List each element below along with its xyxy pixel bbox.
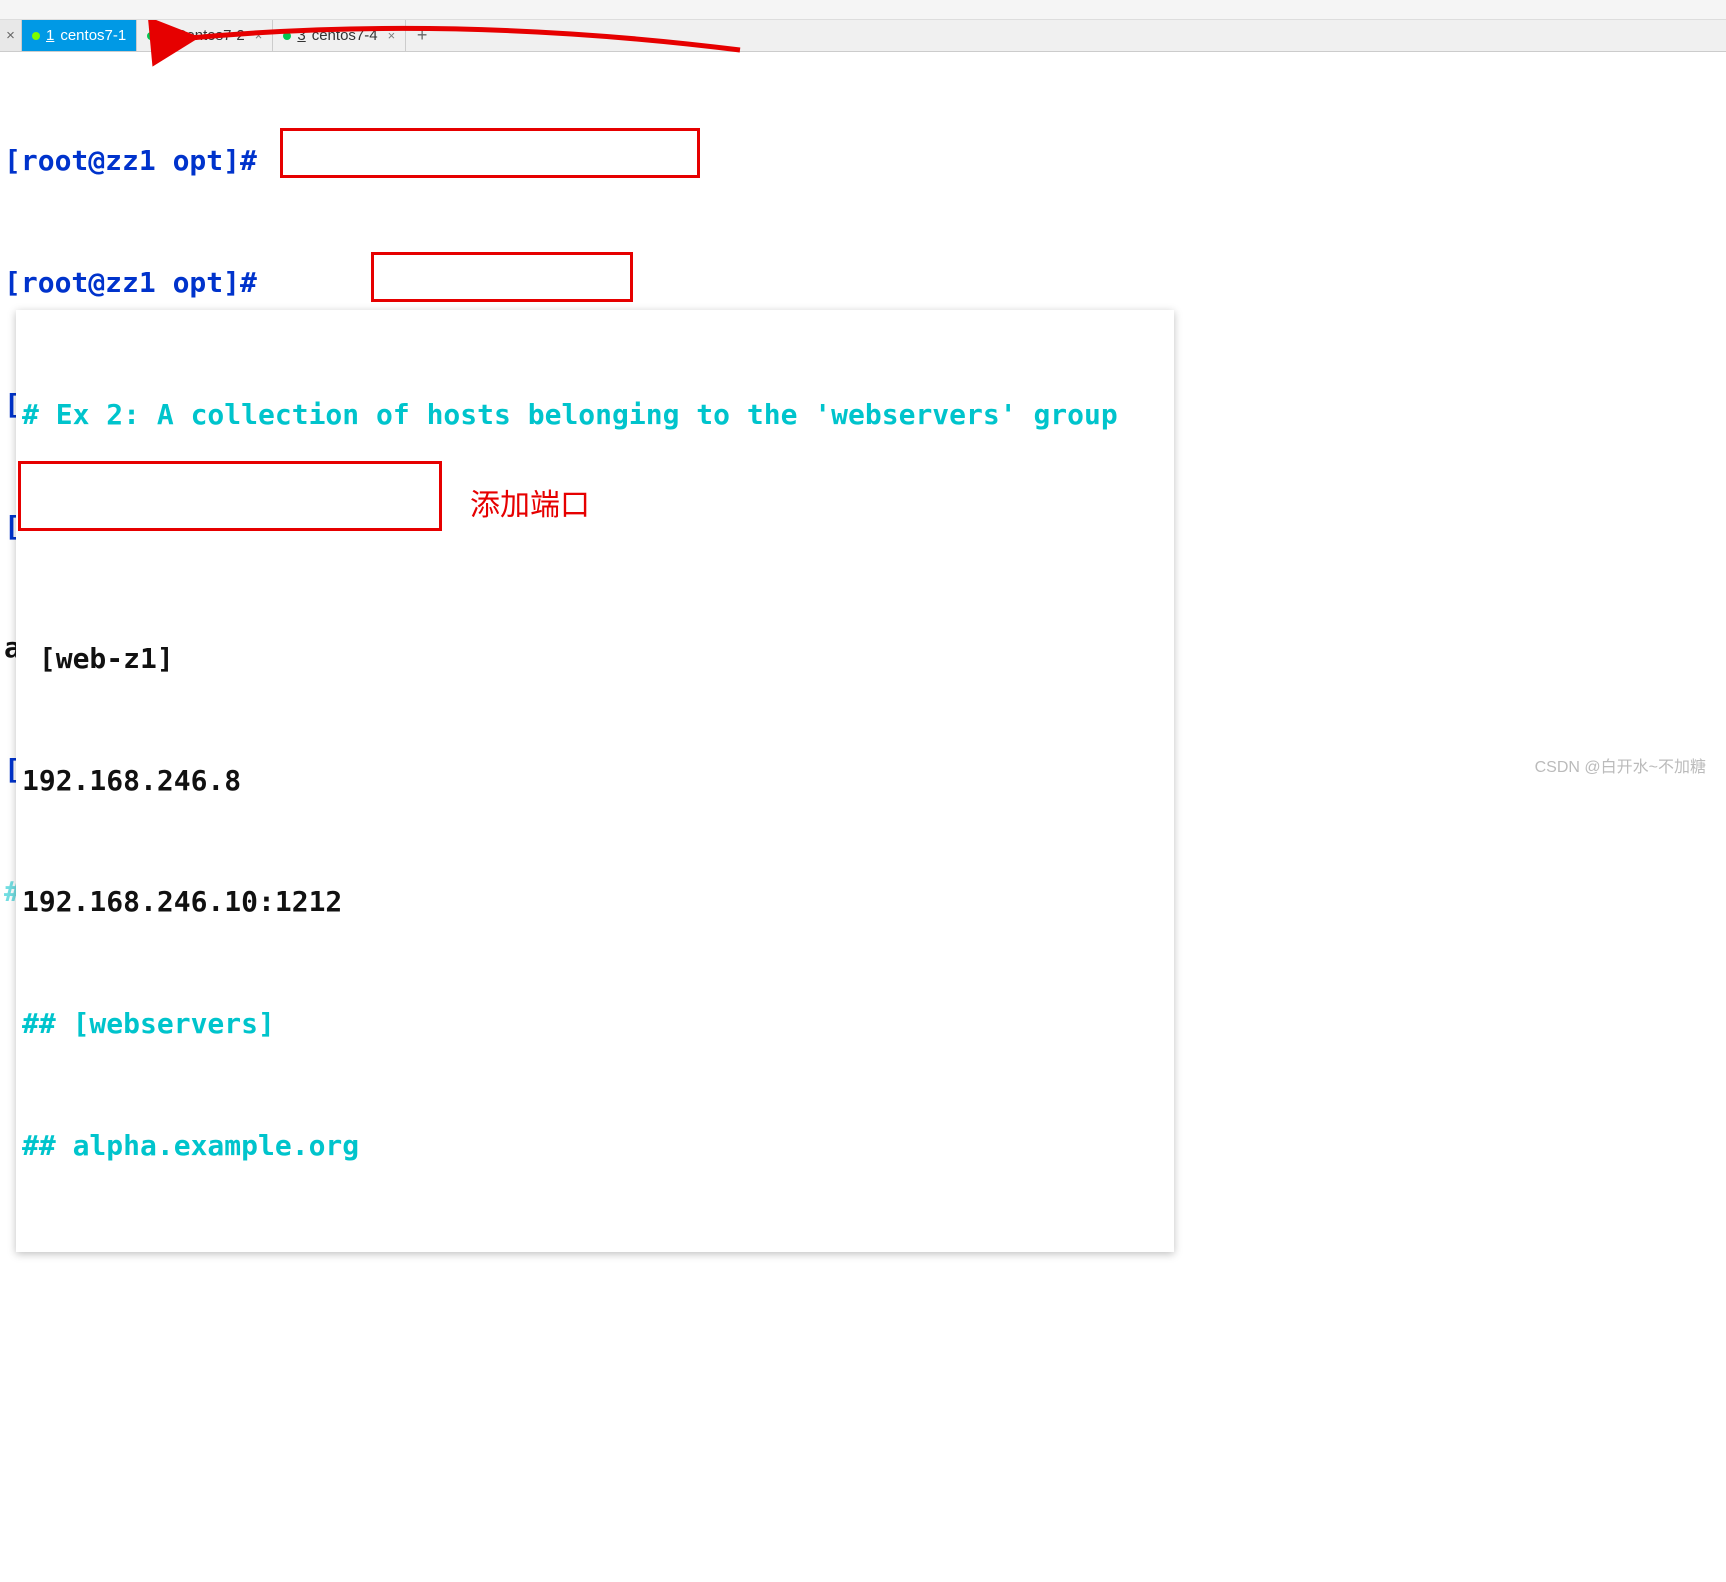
overlay-host-port: 192.168.246.10:1212 [22, 882, 1168, 923]
close-icon[interactable]: × [0, 20, 22, 51]
overlay-line [22, 517, 1168, 558]
overlay-line: ## [webservers] [22, 1004, 1168, 1045]
add-tab-button[interactable]: + [406, 20, 438, 51]
overlay-line: ## alpha.example.org [22, 1126, 1168, 1167]
overlay-group: [web-z1] [22, 639, 1168, 680]
terminal[interactable]: [root@zz1 opt]# [root@zz1 opt]# [root@zz… [0, 52, 1726, 1582]
tab-centos7-1[interactable]: 1 centos7-1 [22, 20, 137, 51]
tab-bar: × 1 centos7-1 2 Centos7-2 × 3 centos7-4 … [0, 20, 1726, 52]
status-dot-icon [147, 32, 155, 40]
status-dot-icon [283, 32, 291, 40]
tab-number: 2 [161, 27, 169, 44]
tab-label: centos7-1 [60, 27, 126, 44]
toolbar-strip [0, 0, 1726, 20]
tab-number: 3 [297, 27, 305, 44]
overlay-line: # Ex 2: A collection of hosts belonging … [22, 395, 1168, 436]
close-icon[interactable]: × [388, 28, 396, 43]
tab-centos7-2[interactable]: 2 Centos7-2 × [137, 20, 273, 51]
prompt: [root@zz1 opt]# [4, 144, 257, 177]
hosts-file-overlay: # Ex 2: A collection of hosts belonging … [16, 310, 1174, 1252]
tab-label: centos7-4 [312, 27, 378, 44]
close-icon[interactable]: × [255, 28, 263, 43]
overlay-host: 192.168.246.8 [22, 761, 1168, 802]
prompt: [root@zz1 opt]# [4, 266, 257, 299]
tab-number: 1 [46, 27, 54, 44]
tab-centos7-4[interactable]: 3 centos7-4 × [273, 20, 406, 51]
annotation-label-port: 添加端口 [470, 480, 590, 524]
tab-label: Centos7-2 [176, 27, 245, 44]
watermark: CSDN @白开水~不加糖 [1535, 753, 1706, 777]
status-dot-icon [32, 32, 40, 40]
